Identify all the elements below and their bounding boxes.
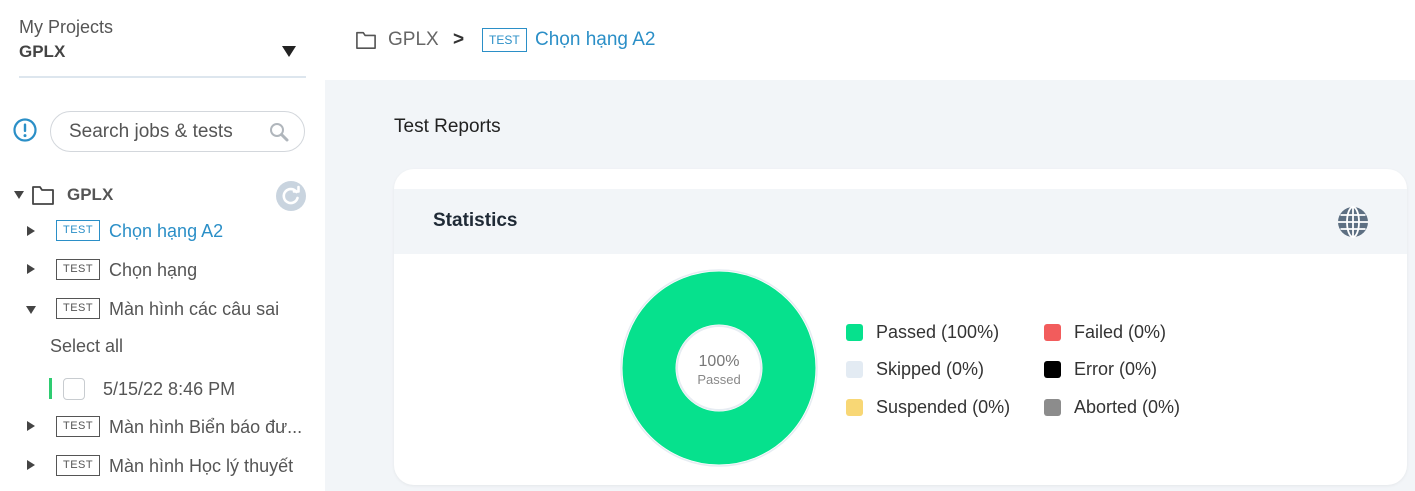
tree-item-label[interactable]: Màn hình Biển báo đư... — [109, 417, 302, 438]
run-date[interactable]: 5/15/22 8:46 PM — [103, 379, 235, 400]
card-header — [394, 189, 1407, 254]
tree-item-label[interactable]: Chọn hạng A2 — [109, 221, 223, 242]
folder-icon — [32, 186, 54, 205]
run-checkbox[interactable] — [63, 378, 85, 400]
expand-caret-icon[interactable] — [27, 226, 35, 236]
expand-caret-icon[interactable] — [27, 421, 35, 431]
expand-caret-icon[interactable] — [27, 460, 35, 470]
tree-item-label[interactable]: Màn hình Học lý thuyết — [109, 456, 293, 477]
globe-icon[interactable] — [1337, 206, 1369, 238]
test-badge: TEST — [482, 28, 527, 52]
statistics-card: Statistics 100% Passed Passed (100%) Fai… — [394, 169, 1407, 485]
folder-icon — [356, 31, 376, 49]
tree-item[interactable]: TEST Chọn hạng A2 — [0, 214, 325, 248]
search-box[interactable] — [50, 111, 305, 152]
run-status-indicator — [49, 378, 52, 399]
tree-item[interactable]: TEST Màn hình Học lý thuyết — [0, 449, 325, 483]
select-all-link[interactable]: Select all — [50, 336, 123, 357]
legend-swatch — [1044, 399, 1061, 416]
tree-item[interactable]: TEST Màn hình Biển báo đư... — [0, 410, 325, 444]
search-icon[interactable] — [268, 121, 290, 143]
tree-item-label[interactable]: Chọn hạng — [109, 260, 197, 281]
legend-swatch — [846, 399, 863, 416]
donut-center-label: Passed — [697, 372, 741, 387]
collapse-caret-icon[interactable] — [26, 306, 36, 314]
refresh-icon[interactable] — [276, 181, 306, 211]
project-selector-label: My Projects — [19, 17, 114, 37]
tree-item-label[interactable]: Màn hình các câu sai — [109, 299, 279, 320]
sidebar: My Projects GPLX GPLX TEST Chọn hạng A2 … — [0, 0, 325, 491]
legend-swatch — [846, 361, 863, 378]
breadcrumb-current: Chọn hạng A2 — [535, 29, 656, 50]
page-title: Test Reports — [394, 116, 501, 137]
legend-swatch — [846, 324, 863, 341]
test-badge: TEST — [56, 455, 101, 476]
caret-down-icon[interactable] — [282, 46, 296, 57]
legend-label: Error (0%) — [1074, 359, 1158, 379]
breadcrumb-root[interactable]: GPLX — [388, 29, 439, 51]
divider — [19, 76, 306, 78]
legend-label: Passed (100%) — [876, 322, 1000, 342]
breadcrumb-separator: > — [453, 29, 465, 50]
legend-label: Suspended (0%) — [876, 397, 1011, 417]
test-badge: TEST — [56, 259, 101, 280]
legend-swatch — [1044, 361, 1061, 378]
expand-caret-icon[interactable] — [27, 264, 35, 274]
test-badge: TEST — [56, 220, 101, 241]
info-icon[interactable] — [13, 118, 37, 142]
tree-item[interactable]: TEST Chọn hạng — [0, 253, 325, 287]
project-selector-value[interactable]: GPLX — [19, 42, 65, 62]
tree-root-label[interactable]: GPLX — [67, 185, 113, 205]
legend-swatch — [1044, 324, 1061, 341]
card-title: Statistics — [433, 210, 518, 231]
search-input[interactable] — [69, 120, 259, 144]
legend-label: Aborted (0%) — [1074, 397, 1181, 417]
test-badge: TEST — [56, 416, 101, 437]
legend-label: Failed (0%) — [1074, 322, 1167, 342]
test-badge: TEST — [56, 298, 101, 319]
tree-item[interactable]: TEST Màn hình các câu sai — [0, 292, 325, 326]
collapse-caret-icon[interactable] — [14, 191, 24, 199]
donut-center-percent: 100% — [698, 353, 740, 370]
legend-label: Skipped (0%) — [876, 359, 985, 379]
